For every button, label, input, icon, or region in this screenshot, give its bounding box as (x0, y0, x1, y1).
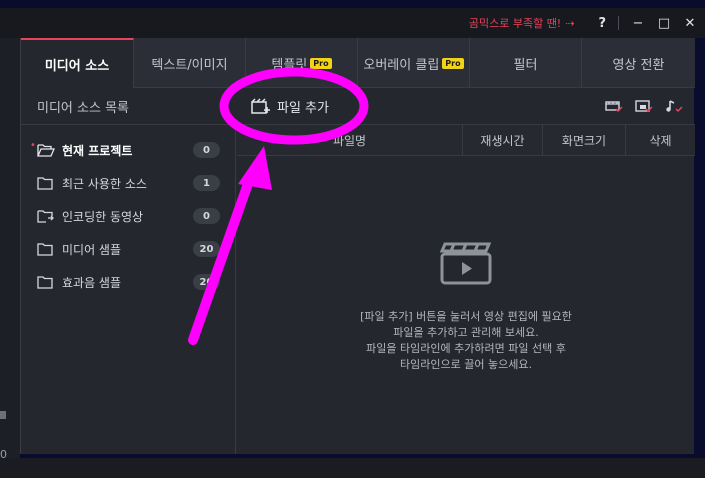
pro-badge: Pro (442, 57, 464, 69)
tab-text-image[interactable]: 텍스트/이미지 (134, 38, 246, 88)
column-delete[interactable]: 삭제 (625, 125, 695, 156)
empty-message-line: 타임라인으로 끌어 놓으세요. (400, 358, 532, 371)
sidebar-item-label: 효과음 샘플 (62, 275, 122, 290)
add-file-label: 파일 추가 (277, 100, 329, 116)
left-partial-panel: 0 (0, 38, 20, 461)
empty-message-line: [파일 추가] 버튼을 눌러서 영상 편집에 필요한 (360, 310, 572, 323)
tab-label: 텍스트/이미지 (151, 57, 228, 73)
pro-badge: Pro (310, 57, 332, 69)
add-overlay-icon[interactable] (635, 99, 653, 113)
minimize-button[interactable]: − (631, 16, 645, 31)
media-panel: 미디어 소스 텍스트/이미지 템플릿 Pro 오버레이 클립 Pro 필터 영상… (20, 38, 695, 454)
add-audio-icon[interactable] (665, 99, 683, 113)
sidebar-item-label: 미디어 샘플 (62, 242, 122, 257)
tab-label: 템플릿 (271, 57, 308, 73)
add-file-icon (251, 98, 270, 114)
empty-message-line: 파일을 타임라인에 추가하려면 파일 선택 후 (366, 342, 566, 355)
clapperboard-icon (439, 242, 492, 285)
tab-template[interactable]: 템플릿 Pro (246, 38, 358, 88)
count-badge: 0 (193, 142, 220, 158)
promo-text: 곰믹스로 부족할 땐! (468, 17, 562, 30)
maximize-button[interactable]: □ (657, 16, 671, 31)
title-divider (618, 16, 619, 30)
tab-filter[interactable]: 필터 (470, 38, 582, 88)
active-dot: • (30, 140, 36, 151)
bottom-toolbar (0, 458, 705, 478)
count-badge: 20 (193, 241, 220, 257)
sidebar-item-label: 최근 사용한 소스 (62, 176, 147, 191)
source-list-header: 미디어 소스 목록 파일 추가 (21, 88, 695, 125)
column-label: 삭제 (649, 134, 672, 148)
partial-marker (0, 411, 6, 419)
column-label: 파일명 (332, 134, 367, 148)
column-label: 재생시간 (480, 134, 525, 148)
tab-label: 오버레이 클립 (363, 57, 440, 73)
close-button[interactable]: ✕ (683, 16, 697, 31)
promo-link[interactable]: 곰믹스로 부족할 땐! ⇢ (469, 15, 575, 31)
tab-overlay-clip[interactable]: 오버레이 클립 Pro (358, 38, 470, 88)
tab-bar: 미디어 소스 텍스트/이미지 템플릿 Pro 오버레이 클립 Pro 필터 영상… (21, 38, 695, 88)
folder-icon (37, 243, 53, 256)
file-list-header: 파일명 재생시간 화면크기 삭제 (237, 125, 695, 156)
folder-icon (37, 276, 53, 289)
sidebar-item-label: 현재 프로젝트 (62, 143, 133, 158)
sidebar-item-media-samples[interactable]: 미디어 샘플 20 (21, 237, 236, 261)
source-toolbar (605, 99, 683, 113)
title-bar: 곰믹스로 부족할 땐! ⇢ ? − □ ✕ (0, 8, 705, 38)
source-list-title: 미디어 소스 목록 (37, 100, 129, 116)
empty-message: [파일 추가] 버튼을 눌러서 영상 편집에 필요한 파일을 추가하고 관리해 … (237, 309, 695, 373)
add-to-timeline-icon[interactable] (605, 99, 623, 113)
tab-label: 영상 전환 (612, 57, 665, 73)
tab-media-source[interactable]: 미디어 소스 (21, 38, 134, 88)
folder-export-icon (37, 210, 54, 223)
help-button[interactable]: ? (598, 16, 606, 31)
column-duration[interactable]: 재생시간 (462, 125, 542, 156)
column-resolution[interactable]: 화면크기 (542, 125, 625, 156)
sidebar-item-encoded[interactable]: 인코딩한 동영상 0 (21, 204, 236, 228)
sidebar-item-recent[interactable]: 최근 사용한 소스 1 (21, 171, 236, 195)
empty-state: [파일 추가] 버튼을 눌러서 영상 편집에 필요한 파일을 추가하고 관리해 … (237, 241, 695, 373)
column-filename[interactable]: 파일명 (237, 125, 462, 156)
count-badge: 0 (193, 208, 220, 224)
tab-label: 미디어 소스 (44, 58, 110, 74)
title-bar-controls: 곰믹스로 부족할 땐! ⇢ ? − □ ✕ (469, 8, 697, 38)
empty-message-line: 파일을 추가하고 관리해 보세요. (393, 326, 539, 339)
column-label: 화면크기 (561, 134, 607, 148)
sidebar-item-label: 인코딩한 동영상 (62, 209, 144, 224)
add-file-button[interactable]: 파일 추가 (251, 97, 329, 116)
tab-transition[interactable]: 영상 전환 (582, 38, 695, 88)
sidebar-item-current-project[interactable]: • 현재 프로젝트 0 (21, 138, 236, 162)
count-badge: 20 (193, 274, 220, 290)
promo-arrow-icon: ⇢ (565, 16, 575, 30)
folder-icon (37, 177, 53, 190)
file-list: 파일명 재생시간 화면크기 삭제 [파일 추가] 버튼을 눌러서 영상 편집에 … (237, 125, 695, 454)
source-sidebar: • 현재 프로젝트 0 최근 사용한 소스 1 인코딩한 동영상 0 미디어 샘… (21, 125, 236, 454)
folder-open-icon (37, 144, 55, 157)
count-badge: 1 (193, 175, 220, 191)
sidebar-item-sound-samples[interactable]: 효과음 샘플 20 (21, 270, 236, 294)
tab-label: 필터 (513, 57, 538, 73)
